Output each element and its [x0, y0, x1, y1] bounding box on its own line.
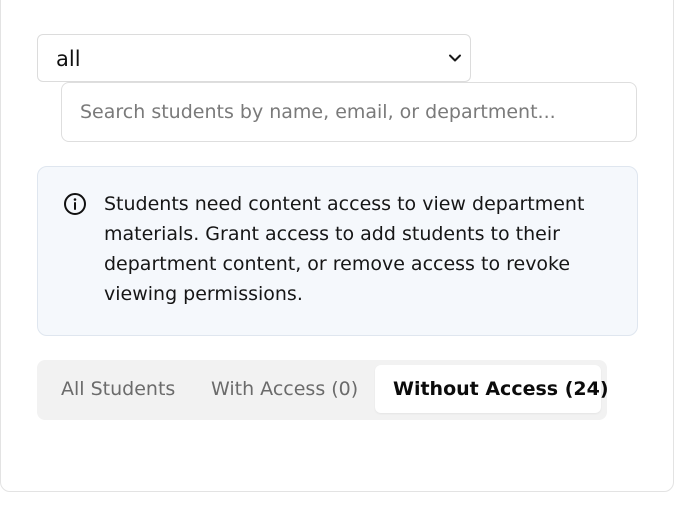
- info-notice: Students need content access to view dep…: [37, 166, 638, 336]
- search-placeholder: Search students by name, email, or depar…: [80, 101, 556, 123]
- search-input[interactable]: Search students by name, email, or depar…: [61, 82, 637, 142]
- tab-without-access[interactable]: Without Access (24): [375, 365, 609, 413]
- filter-dropdown-value: all: [56, 47, 81, 71]
- access-tabs: All Students With Access (0) Without Acc…: [37, 360, 609, 420]
- chevron-down-icon: [449, 54, 461, 62]
- tab-with-access[interactable]: With Access (0): [211, 365, 358, 413]
- tab-all-students[interactable]: All Students: [61, 365, 175, 413]
- info-notice-text: Students need content access to view dep…: [104, 193, 585, 305]
- filter-dropdown[interactable]: all: [37, 34, 471, 82]
- info-icon: [64, 193, 86, 215]
